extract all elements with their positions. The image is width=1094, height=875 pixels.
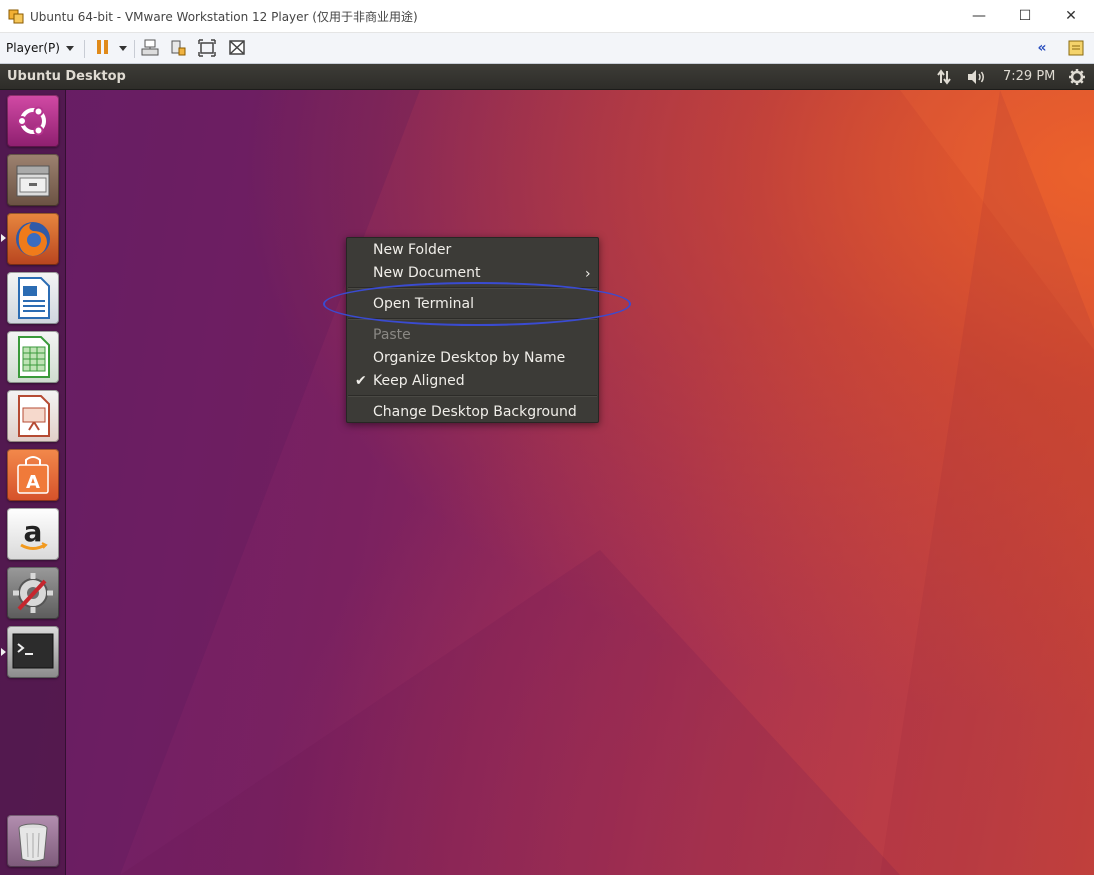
launcher-item-software[interactable]: A xyxy=(7,449,59,501)
menu-item-keep-aligned[interactable]: Keep Aligned xyxy=(373,371,465,391)
firefox-icon xyxy=(16,222,50,256)
volume-indicator[interactable] xyxy=(966,67,988,87)
terminal-icon xyxy=(12,633,54,669)
check-mark-icon: ✔ xyxy=(355,373,367,389)
menu-item-new-folder[interactable]: New Folder xyxy=(373,240,451,260)
minimize-button[interactable]: — xyxy=(956,0,1002,32)
file-cabinet-icon xyxy=(16,165,50,197)
network-indicator[interactable] xyxy=(934,67,954,87)
desktop-context-menu: New Folder New Document › Open Terminal … xyxy=(346,237,599,423)
collapse-icon: « xyxy=(1037,40,1047,56)
unity-icon xyxy=(229,40,245,55)
close-button[interactable]: ✕ xyxy=(1048,0,1094,32)
player-menu-label: Player(P) xyxy=(6,41,60,55)
fullscreen-icon xyxy=(198,39,216,57)
send-ctrl-alt-del-icon xyxy=(141,39,159,56)
volume-icon xyxy=(968,70,984,84)
wallpaper-facets xyxy=(65,90,1094,875)
launcher-item-files[interactable] xyxy=(7,154,59,206)
menu-separator xyxy=(348,287,597,289)
ubuntu-top-panel: Ubuntu Desktop 7:29 PM xyxy=(0,64,1094,90)
chevron-down-icon xyxy=(65,45,74,51)
pause-button[interactable] xyxy=(95,38,113,58)
trash-icon xyxy=(18,823,48,862)
maximize-button[interactable]: ☐ xyxy=(1002,0,1048,32)
menu-item-paste: Paste xyxy=(373,327,411,343)
amazon-icon: a xyxy=(20,515,48,550)
launcher-item-amazon[interactable]: a xyxy=(7,508,59,560)
launcher-item-firefox[interactable] xyxy=(7,213,59,265)
impress-icon xyxy=(18,395,50,437)
menu-item-change-background[interactable]: Change Desktop Background xyxy=(373,402,577,422)
collapse-toolbar-button[interactable]: « xyxy=(1034,38,1050,58)
vmware-app-icon xyxy=(8,9,24,24)
clock[interactable]: 7:29 PM xyxy=(1003,69,1055,84)
fullscreen-button[interactable] xyxy=(197,38,217,58)
toolbar-divider xyxy=(134,40,135,58)
removable-devices-icon xyxy=(171,40,186,56)
toolbar-divider xyxy=(84,40,85,58)
launcher-item-writer[interactable] xyxy=(7,272,59,324)
unity-button[interactable] xyxy=(227,38,247,58)
network-icon xyxy=(937,69,951,85)
software-bag-icon: A xyxy=(17,456,49,494)
send-ctrl-alt-del-button[interactable] xyxy=(140,38,160,58)
settings-gear-icon xyxy=(1069,69,1085,85)
settings-wrench-icon xyxy=(13,573,53,613)
window-title: Ubuntu 64-bit - VMware Workstation 12 Pl… xyxy=(30,10,418,24)
menu-separator xyxy=(348,318,597,320)
pause-dropdown-button[interactable] xyxy=(117,38,129,58)
menu-item-new-document[interactable]: New Document xyxy=(373,263,481,283)
launcher-item-trash[interactable] xyxy=(7,815,59,867)
launcher-item-dash[interactable] xyxy=(7,95,59,147)
running-indicator xyxy=(1,234,6,242)
player-menu-button[interactable]: Player(P) xyxy=(6,38,74,58)
launcher-item-impress[interactable] xyxy=(7,390,59,442)
launcher-item-calc[interactable] xyxy=(7,331,59,383)
dropdown-icon xyxy=(119,45,127,51)
session-indicator[interactable] xyxy=(1067,67,1087,87)
running-indicator xyxy=(1,648,6,656)
ubuntu-logo-icon xyxy=(17,106,46,136)
window-titlebar[interactable]: Ubuntu 64-bit - VMware Workstation 12 Pl… xyxy=(0,0,1094,33)
unity-launcher: A a xyxy=(0,90,66,875)
writer-icon xyxy=(18,277,50,319)
desktop-background[interactable] xyxy=(0,90,1094,875)
panel-title: Ubuntu Desktop xyxy=(7,69,126,84)
message-log-button[interactable] xyxy=(1066,38,1086,58)
calc-icon xyxy=(18,336,50,378)
message-log-icon xyxy=(1068,40,1084,56)
launcher-item-system-settings[interactable] xyxy=(7,567,59,619)
vmware-toolbar: Player(P) « xyxy=(0,33,1094,64)
menu-item-organize-desktop[interactable]: Organize Desktop by Name xyxy=(373,348,565,368)
submenu-arrow-icon: › xyxy=(585,266,591,282)
launcher-item-terminal[interactable] xyxy=(7,626,59,678)
removable-devices-button[interactable] xyxy=(168,38,188,58)
pause-icon xyxy=(97,39,111,58)
svg-text:A: A xyxy=(26,472,40,493)
menu-item-open-terminal[interactable]: Open Terminal xyxy=(373,294,474,314)
svg-text:a: a xyxy=(24,515,43,548)
menu-separator xyxy=(348,395,597,397)
